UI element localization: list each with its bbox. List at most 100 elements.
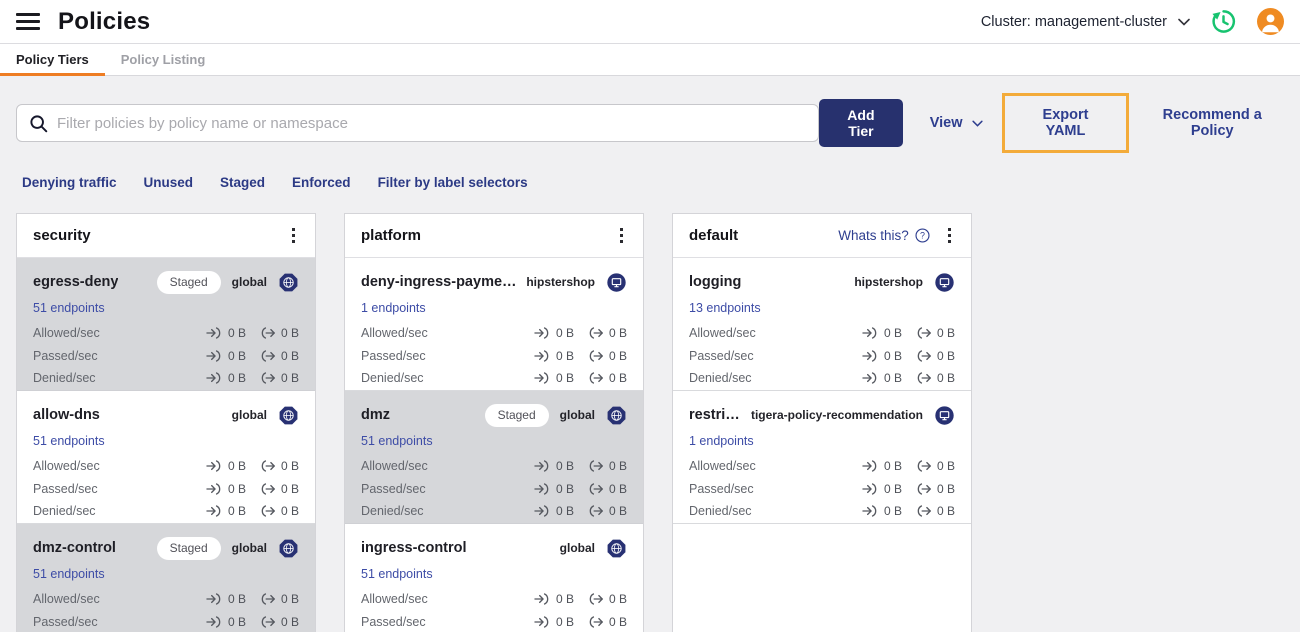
kebab-menu-icon[interactable]: [944, 226, 955, 245]
metric-values: 0 B 0 B: [206, 326, 299, 340]
outbound-traffic-icon: [587, 327, 604, 339]
metric-inbound-text: 0 B: [883, 348, 902, 363]
tab-policy-tiers[interactable]: Policy Tiers: [0, 44, 105, 76]
metric-label: Passed/sec: [33, 614, 98, 629]
tab-bar: Policy Tiers Policy Listing: [0, 44, 1300, 76]
filter-link-unused[interactable]: Unused: [144, 175, 194, 190]
history-icon[interactable]: [1210, 8, 1237, 35]
cluster-selector[interactable]: Cluster: management-cluster: [981, 14, 1190, 30]
metric-outbound-text: 0 B: [280, 592, 299, 607]
metric-outbound-value: 0 B: [587, 459, 627, 473]
outbound-traffic-icon: [915, 372, 932, 384]
metric-inbound-value: 0 B: [534, 326, 574, 340]
metric-inbound-value: 0 B: [534, 371, 574, 385]
metric-row: Denied/sec 0 B 0 B: [33, 500, 299, 523]
metric-outbound-value: 0 B: [915, 326, 955, 340]
search-input[interactable]: [57, 114, 807, 132]
header-actions: Cluster: management-cluster: [981, 8, 1284, 35]
user-avatar-icon[interactable]: [1257, 8, 1284, 35]
metric-label: Allowed/sec: [689, 459, 756, 474]
global-policy-icon: [606, 538, 627, 559]
policy-scope-label: global: [559, 408, 595, 422]
metric-inbound-value: 0 B: [206, 349, 246, 363]
inbound-traffic-icon: [534, 616, 551, 628]
metric-inbound-value: 0 B: [862, 504, 902, 518]
filter-link-staged[interactable]: Staged: [220, 175, 265, 190]
inbound-traffic-icon: [862, 350, 879, 362]
metric-outbound-value: 0 B: [587, 482, 627, 496]
policy-meta: global: [232, 405, 299, 426]
endpoints-link[interactable]: 51 endpoints: [361, 567, 433, 581]
filter-link-enforced[interactable]: Enforced: [292, 175, 351, 190]
tab-policy-tiers-label: Policy Tiers: [16, 52, 89, 67]
outbound-traffic-icon: [587, 460, 604, 472]
outbound-traffic-icon: [259, 372, 276, 384]
metric-inbound-text: 0 B: [555, 481, 574, 496]
kebab-menu-icon[interactable]: [616, 226, 627, 245]
policy-card[interactable]: dmz Staged global 51 endpoints Allowed/sec 0 …: [345, 391, 643, 524]
metric-label: Denied/sec: [689, 504, 752, 519]
hamburger-menu-icon[interactable]: [16, 13, 40, 30]
policy-card[interactable]: logging hipstershop 13 endpoints Allowed/se…: [673, 258, 971, 391]
metric-inbound-text: 0 B: [227, 614, 246, 629]
outbound-traffic-icon: [587, 593, 604, 605]
metric-values: 0 B 0 B: [534, 615, 627, 629]
filter-link-denying-traffic[interactable]: Denying traffic: [22, 175, 117, 190]
view-button[interactable]: View: [930, 115, 983, 131]
metric-inbound-text: 0 B: [227, 371, 246, 386]
inbound-traffic-icon: [206, 372, 223, 384]
endpoints-link[interactable]: 51 endpoints: [33, 567, 105, 581]
metric-outbound-text: 0 B: [608, 614, 627, 629]
endpoints-link[interactable]: 13 endpoints: [689, 301, 761, 315]
toolbar-actions: Add Tier View Export YAML Recommend a Po…: [819, 93, 1284, 153]
metric-label: Denied/sec: [361, 504, 424, 519]
endpoints-link[interactable]: 1 endpoints: [361, 301, 426, 315]
recommend-policy-button[interactable]: Recommend a Policy: [1140, 107, 1284, 139]
policy-card[interactable]: egress-deny Staged global 51 endpoints Allow…: [17, 258, 315, 391]
policy-scope-label: tigera-policy-recommendation: [750, 408, 923, 422]
metric-row: Denied/sec 0 B 0 B: [361, 500, 627, 523]
outbound-traffic-icon: [259, 483, 276, 495]
policy-card[interactable]: dmz-control Staged global 51 endpoints Allow…: [17, 524, 315, 632]
metric-label: Denied/sec: [33, 371, 96, 386]
metric-row: Passed/sec 0 B 0 B: [361, 345, 627, 368]
outbound-traffic-icon: [259, 460, 276, 472]
metric-row: Allowed/sec 0 B 0 B: [33, 588, 299, 611]
inbound-traffic-icon: [206, 350, 223, 362]
metric-inbound-text: 0 B: [883, 326, 902, 341]
endpoints-link[interactable]: 51 endpoints: [361, 434, 433, 448]
filter-link-filter-by-label-selectors[interactable]: Filter by label selectors: [378, 175, 528, 190]
metric-outbound-text: 0 B: [608, 371, 627, 386]
main-content: Add Tier View Export YAML Recommend a Po…: [0, 76, 1300, 632]
kebab-menu-icon[interactable]: [288, 226, 299, 245]
whats-this-link[interactable]: Whats this??: [838, 228, 930, 243]
outbound-traffic-icon: [915, 350, 932, 362]
tier-header: default Whats this??: [673, 214, 971, 258]
outbound-traffic-icon: [259, 350, 276, 362]
staged-badge: Staged: [156, 270, 221, 294]
endpoints-link[interactable]: 1 endpoints: [689, 434, 754, 448]
inbound-traffic-icon: [862, 327, 879, 339]
policy-name: dmz: [361, 407, 390, 423]
export-yaml-button[interactable]: Export YAML: [1022, 107, 1110, 139]
metric-outbound-value: 0 B: [259, 371, 299, 385]
outbound-traffic-icon: [259, 593, 276, 605]
tab-policy-listing[interactable]: Policy Listing: [105, 44, 222, 75]
inbound-traffic-icon: [206, 505, 223, 517]
add-tier-button[interactable]: Add Tier: [819, 99, 903, 147]
policy-card[interactable]: ingress-control global 51 endpoints Allowed…: [345, 524, 643, 632]
policy-card[interactable]: allow-dns global 51 endpoints Allowed/sec 0 …: [17, 391, 315, 524]
endpoints-link[interactable]: 51 endpoints: [33, 434, 105, 448]
tier-name: default: [689, 227, 739, 244]
metric-row: Allowed/sec 0 B 0 B: [361, 455, 627, 478]
outbound-traffic-icon: [259, 505, 276, 517]
metric-values: 0 B 0 B: [206, 615, 299, 629]
policy-search[interactable]: [16, 104, 820, 142]
metric-row: Allowed/sec 0 B 0 B: [689, 322, 955, 345]
policy-card[interactable]: restricted tigera-policy-recommendation 1 …: [673, 391, 971, 524]
endpoints-link[interactable]: 51 endpoints: [33, 301, 105, 315]
policy-card[interactable]: deny-ingress-paymentservi... hipstershop 1…: [345, 258, 643, 391]
metric-values: 0 B 0 B: [534, 349, 627, 363]
policy-scope-label: global: [231, 541, 267, 555]
metric-values: 0 B 0 B: [862, 371, 955, 385]
